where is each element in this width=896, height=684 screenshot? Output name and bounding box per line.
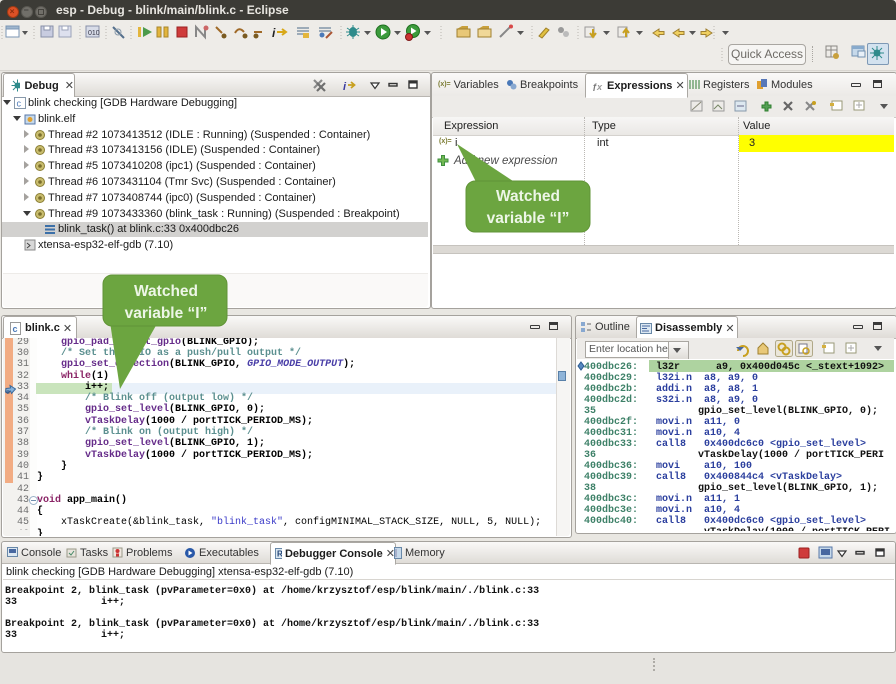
svg-text:c: c xyxy=(13,324,18,334)
svg-text:c: c xyxy=(17,99,22,109)
svg-text:ƒx: ƒx xyxy=(592,82,603,91)
svg-text:i: i xyxy=(343,81,347,93)
svg-text:R: R xyxy=(277,550,282,559)
svg-text:010: 010 xyxy=(88,30,100,37)
svg-text:i: i xyxy=(272,26,276,40)
